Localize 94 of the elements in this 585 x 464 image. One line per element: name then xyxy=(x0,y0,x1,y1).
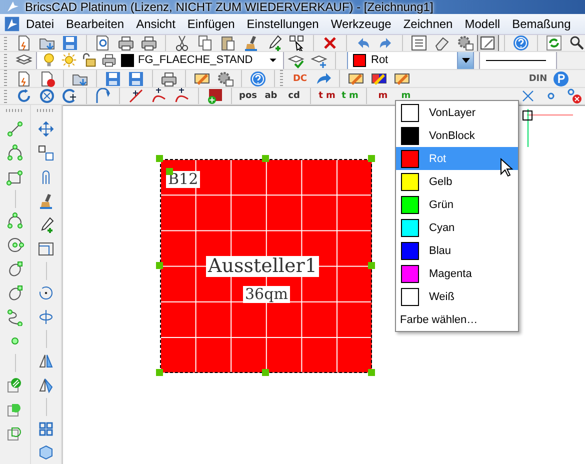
selection-grip[interactable] xyxy=(368,369,375,376)
curve-point-icon xyxy=(150,88,168,104)
cut-icon xyxy=(173,35,191,51)
copy-object-icon xyxy=(37,144,55,162)
menu-item[interactable]: Bemaßung xyxy=(506,14,577,34)
printer-icon xyxy=(117,35,135,51)
paintbrush-icon xyxy=(242,35,260,51)
refresh-icon xyxy=(545,35,563,51)
save-icon xyxy=(104,70,122,88)
spline-icon xyxy=(6,308,24,326)
menu-item[interactable]: Bearbeiten xyxy=(60,14,130,34)
color-option[interactable]: Gelb xyxy=(396,170,518,193)
selection-grip[interactable] xyxy=(368,155,375,162)
rotate-icon xyxy=(15,88,33,104)
menu-item[interactable]: Zeichnen xyxy=(397,14,459,34)
selection-grip[interactable] xyxy=(262,155,269,162)
solid-line-icon xyxy=(486,60,546,61)
exhibitor-name: Aussteller1 xyxy=(206,256,319,277)
rectangle-icon xyxy=(6,168,24,186)
edit-button[interactable] xyxy=(477,35,499,51)
tool-button[interactable]: ab xyxy=(260,88,282,104)
tool-button[interactable]: pos xyxy=(237,88,259,104)
color-value: Rot xyxy=(371,54,390,66)
selection-icon xyxy=(288,35,306,51)
lock-icon xyxy=(81,52,97,68)
caret-icon xyxy=(462,58,470,63)
menu-item[interactable]: Werkzeuge xyxy=(324,14,398,34)
layer-name: FG_FLAECHE_STAND xyxy=(138,54,254,66)
tool-button[interactable]: t m xyxy=(316,88,338,104)
help-icon xyxy=(512,35,530,51)
selection-grip[interactable] xyxy=(156,369,163,376)
choose-color-option[interactable]: Farbe wählen… xyxy=(396,308,518,331)
save-icon xyxy=(127,70,145,88)
menu-item[interactable]: Modell xyxy=(458,14,506,34)
line-icon xyxy=(6,120,24,138)
save-icon xyxy=(61,35,79,51)
rotate-3d-icon xyxy=(37,308,55,326)
array-icon xyxy=(37,420,55,438)
settings-icon xyxy=(456,35,474,51)
color-option[interactable]: Magenta xyxy=(396,262,518,285)
mirror-icon xyxy=(37,352,55,370)
selection-grip[interactable] xyxy=(262,369,269,376)
menu-item[interactable]: Datei xyxy=(20,14,60,34)
mirror-3d-icon xyxy=(37,376,55,394)
menu-item[interactable]: Einstellungen xyxy=(240,14,325,34)
help-icon xyxy=(249,70,267,88)
settings-icon xyxy=(216,70,234,88)
paintbrush-icon xyxy=(37,192,55,210)
color-option[interactable]: Cyan xyxy=(396,216,518,239)
circle-icon xyxy=(6,236,24,254)
hatch-icon xyxy=(6,376,24,394)
layer-dropdown[interactable]: FG_FLAECHE_STAND xyxy=(36,52,284,69)
color-option[interactable]: VonLayer xyxy=(396,101,518,124)
app-menu-icon xyxy=(4,16,20,32)
tool-button[interactable]: DIN xyxy=(527,70,549,88)
color-dropdown[interactable]: Rot xyxy=(347,52,474,69)
menu-item[interactable]: Ansicht xyxy=(130,14,182,34)
printer-icon xyxy=(160,70,178,88)
menu-item[interactable]: Einfügen xyxy=(181,14,241,34)
arc-icon xyxy=(6,144,24,162)
dropdown-button[interactable] xyxy=(457,52,473,69)
copy-icon xyxy=(196,35,214,51)
tool-button[interactable]: m xyxy=(372,88,394,104)
arc-icon xyxy=(6,212,24,230)
ellipse-icon xyxy=(6,260,24,278)
delete-icon xyxy=(321,35,339,51)
color-option[interactable]: Grün xyxy=(396,193,518,216)
linetype-dropdown[interactable] xyxy=(479,52,557,69)
window-title: BricsCAD Platinum (Lizenz, NICHT ZUM WIEDERVERKAUF) - [Zeichnung1] xyxy=(25,0,434,14)
p-circle-icon xyxy=(552,70,570,88)
line-point-icon xyxy=(127,88,145,104)
rotate-icon xyxy=(37,284,55,302)
paste-icon xyxy=(219,35,237,51)
curve-point-icon xyxy=(173,88,191,104)
ellipse-icon xyxy=(6,284,24,302)
tool-button[interactable]: cd xyxy=(283,88,305,104)
color-option[interactable]: Weiß xyxy=(396,285,518,308)
selection-grip[interactable] xyxy=(368,262,375,269)
bulb-icon xyxy=(41,52,57,68)
booth-area: 36qm xyxy=(243,286,290,303)
scale-icon xyxy=(37,240,55,258)
properties-icon xyxy=(410,35,428,51)
mouse-pointer-icon xyxy=(500,158,514,178)
search-icon xyxy=(568,35,585,51)
color-option[interactable]: VonBlock xyxy=(396,124,518,147)
sun-icon xyxy=(61,52,77,68)
printer-icon xyxy=(140,35,158,51)
printer-icon xyxy=(101,52,117,68)
move-icon xyxy=(37,120,55,138)
circle-x-icon xyxy=(38,88,56,104)
selection-grip[interactable] xyxy=(156,262,163,269)
cube-icon xyxy=(37,444,55,462)
color-option[interactable]: Blau xyxy=(396,239,518,262)
edit-icon xyxy=(479,35,497,51)
